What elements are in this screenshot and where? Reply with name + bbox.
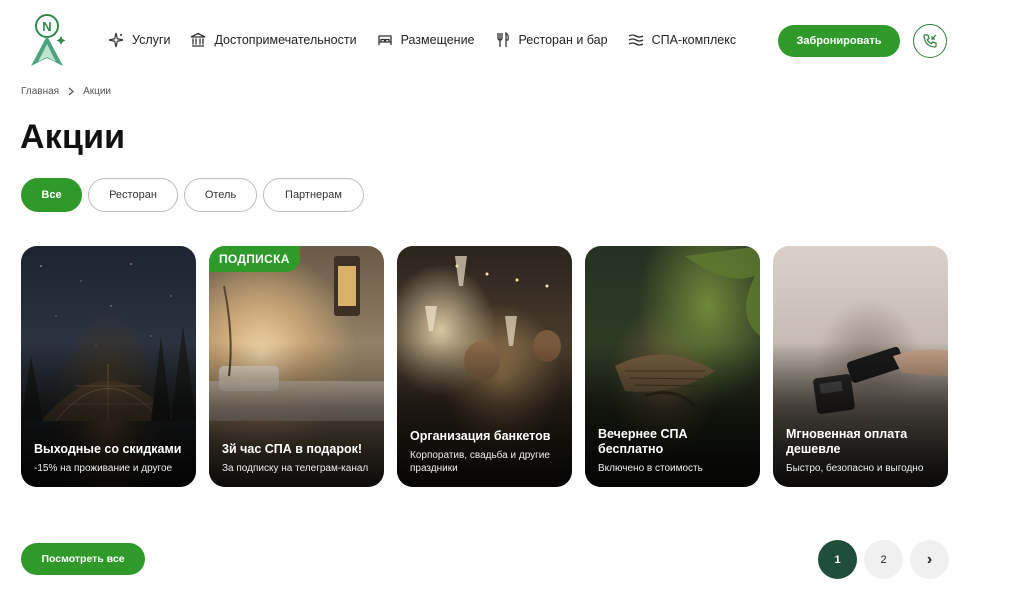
breadcrumb-home[interactable]: Главная	[21, 86, 59, 97]
page-button-1[interactable]: 1	[818, 540, 857, 579]
promo-card[interactable]: ПОДПИСКА 3й час СПА в подарок! За подпис…	[209, 246, 384, 487]
filter-hotel[interactable]: Отель	[184, 178, 257, 212]
promo-cards: Выходные со скидками -15% на проживание …	[21, 246, 961, 487]
site-header: N Услуги Достопримечательности Размещени…	[0, 0, 1024, 80]
main-nav: Услуги Достопримечательности Размещение …	[108, 29, 756, 51]
filter-partners[interactable]: Партнерам	[263, 178, 364, 212]
card-title: Вечернее СПА бесплатно	[598, 426, 688, 456]
card-description: -15% на проживание и другое	[34, 462, 173, 474]
breadcrumb-current: Акции	[83, 86, 112, 97]
promo-card[interactable]: Организация банкетов Корпоратив, свадьба…	[397, 246, 572, 487]
card-title: Выходные со скидками	[34, 441, 182, 456]
museum-icon	[191, 32, 206, 47]
card-description: Корпоратив, свадьба и другие праздники	[410, 450, 550, 474]
sparkle-icon	[108, 32, 124, 48]
card-title: Организация банкетов	[410, 429, 551, 443]
card-description: Быстро, безопасно и выгодно	[786, 462, 924, 474]
nav-label: Размещение	[400, 33, 475, 47]
nav-label: Услуги	[132, 33, 171, 47]
phone-button[interactable]	[913, 24, 947, 58]
see-all-button[interactable]: Посмотреть все	[21, 543, 145, 575]
breadcrumb: Главная Акции	[21, 86, 111, 97]
promo-card[interactable]: Вечернее СПА бесплатно Включено в стоимо…	[585, 246, 760, 487]
card-description: Включено в стоимость	[598, 462, 703, 474]
nav-label: Ресторан и бар	[518, 33, 608, 47]
card-title: 3й час СПА в подарок!	[222, 441, 363, 456]
nav-item-restaurant[interactable]: Ресторан и бар	[495, 32, 608, 48]
card-title: Мгновенная оплата дешевле	[786, 426, 908, 456]
page-button-2[interactable]: 2	[864, 540, 903, 579]
subscription-badge: ПОДПИСКА	[209, 246, 300, 272]
promo-card[interactable]: Мгновенная оплата дешевле Быстро, безопа…	[773, 246, 948, 487]
pagination: 1 2 ›	[818, 540, 956, 579]
bed-icon	[377, 35, 392, 45]
nav-item-attractions[interactable]: Достопримечательности	[190, 32, 357, 48]
svg-text:N: N	[42, 19, 51, 34]
waves-icon	[628, 34, 643, 46]
next-page-button[interactable]: ›	[910, 540, 949, 579]
nav-label: Достопримечательности	[214, 33, 357, 47]
filter-all[interactable]: Все	[21, 178, 82, 212]
nav-item-services[interactable]: Услуги	[108, 32, 170, 48]
promo-card[interactable]: Выходные со скидками -15% на проживание …	[21, 246, 196, 487]
filter-restaurant[interactable]: Ресторан	[88, 178, 178, 212]
nav-item-accommodation[interactable]: Размещение	[377, 32, 475, 48]
book-button[interactable]: Забронировать	[778, 25, 900, 57]
nav-item-spa[interactable]: СПА-комплекс	[628, 32, 737, 48]
page-title: Акции	[20, 118, 126, 156]
cutlery-icon	[496, 32, 509, 47]
chevron-right-icon	[68, 87, 74, 96]
nav-label: СПА-комплекс	[651, 33, 737, 47]
card-description: За подписку на телеграм-канал	[222, 462, 369, 474]
phone-callback-icon	[923, 34, 937, 48]
logo[interactable]: N	[26, 14, 68, 68]
filter-chips: Все Ресторан Отель Партнерам	[21, 178, 370, 212]
chevron-right-icon: ›	[926, 550, 933, 568]
